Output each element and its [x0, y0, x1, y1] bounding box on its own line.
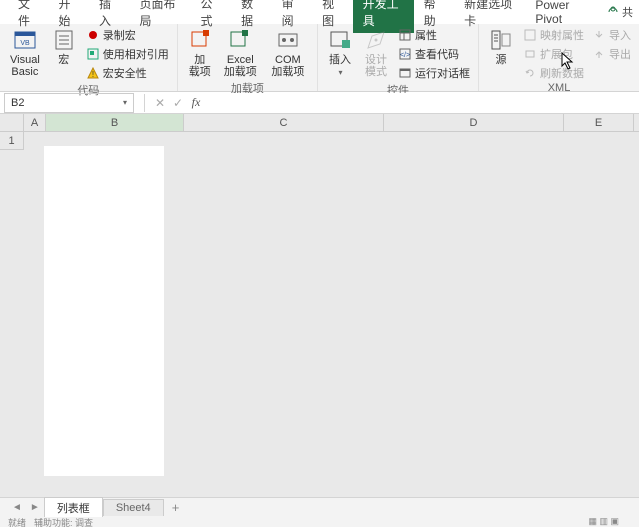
status-ready: 就绪	[8, 517, 26, 527]
group-code: VB Visual Basic 宏 录制宏 使用相对引用 ! 宏安全性	[0, 24, 178, 91]
status-bar: 就绪 辅助功能: 调查 ▦ ▥ ▣	[0, 517, 639, 527]
sheet-nav-next[interactable]: ►	[26, 502, 44, 513]
column-header-D[interactable]: D	[384, 114, 564, 131]
com-addins-label: COM 加载项	[269, 54, 307, 78]
excel-addins-label: Excel 加载项	[224, 54, 257, 78]
row-header-1[interactable]: 1	[0, 132, 24, 150]
group-controls: 插入 ▾ 设计模式 属性 </> 查看代码 运行对话框	[318, 24, 479, 91]
record-icon	[86, 28, 100, 42]
svg-text:</>: </>	[400, 52, 410, 59]
import-label: 导入	[609, 27, 631, 43]
export-icon	[592, 47, 606, 61]
view-code-icon: </>	[398, 47, 412, 61]
com-addins-icon	[276, 28, 300, 52]
export-label: 导出	[609, 46, 631, 62]
column-headers: ABCDE	[0, 114, 639, 132]
worksheet-area[interactable]: ABCDE 1	[0, 114, 639, 519]
macros-button[interactable]: 宏	[48, 26, 80, 68]
macros-icon	[52, 28, 76, 52]
refresh-label: 刷新数据	[540, 65, 584, 81]
macro-security-button[interactable]: ! 宏安全性	[84, 64, 171, 82]
share-label: 共	[622, 4, 633, 20]
view-buttons[interactable]: ▦ ▥ ▣	[588, 517, 619, 527]
run-dialog-button[interactable]: 运行对话框	[396, 64, 472, 82]
map-props-button[interactable]: 映射属性	[521, 26, 586, 44]
import-button[interactable]: 导入	[590, 26, 633, 44]
record-macro-button[interactable]: 录制宏	[84, 26, 171, 44]
cancel-formula-button[interactable]: ✕	[151, 96, 169, 110]
com-addins-button[interactable]: COM 加载项	[265, 26, 311, 80]
map-props-label: 映射属性	[540, 27, 584, 43]
column-header-E[interactable]: E	[564, 114, 634, 131]
chevron-down-icon: ▾	[338, 68, 342, 77]
addins-icon	[188, 28, 212, 52]
map-props-icon	[523, 28, 537, 42]
view-code-label: 查看代码	[415, 46, 459, 62]
record-label: 录制宏	[103, 27, 136, 43]
group-addins: 加 载项 Excel 加载项 COM 加载项 加载项	[178, 24, 318, 91]
refresh-icon	[523, 66, 537, 80]
relref-label: 使用相对引用	[103, 46, 169, 62]
security-label: 宏安全性	[103, 65, 147, 81]
properties-button[interactable]: 属性	[396, 26, 472, 44]
sheet-nav-prev[interactable]: ◄	[8, 502, 26, 513]
expand-icon	[523, 47, 537, 61]
insert-control-icon	[328, 28, 352, 52]
ribbon-tabs: 文件 开始 插入 页面布局 公式 数据 审阅 视图 开发工具 帮助 新建选项卡 …	[0, 0, 639, 24]
enter-formula-button[interactable]: ✓	[169, 96, 187, 110]
vb-icon: VB	[13, 28, 37, 52]
properties-label: 属性	[415, 27, 437, 43]
sheet-tab-other[interactable]: Sheet4	[103, 499, 164, 516]
export-button[interactable]: 导出	[590, 45, 633, 63]
source-label: 源	[496, 54, 507, 66]
column-header-C[interactable]: C	[184, 114, 384, 131]
add-sheet-button[interactable]: +	[164, 500, 188, 515]
security-icon: !	[86, 66, 100, 80]
relative-ref-button[interactable]: 使用相对引用	[84, 45, 171, 63]
design-mode-icon	[364, 28, 388, 52]
properties-icon	[398, 28, 412, 42]
vb-label: Visual Basic	[10, 54, 40, 78]
name-box[interactable]: B2 ▾	[4, 93, 134, 113]
refresh-button[interactable]: 刷新数据	[521, 64, 586, 82]
svg-text:VB: VB	[20, 40, 30, 47]
addins-button[interactable]: 加 载项	[184, 26, 216, 80]
sheet-tab-active[interactable]: 列表框	[44, 497, 103, 518]
insert-control-button[interactable]: 插入 ▾	[324, 26, 356, 80]
design-mode-button[interactable]: 设计模式	[360, 26, 392, 80]
sheet-tab-bar: ◄ ► 列表框 Sheet4 +	[0, 497, 639, 517]
formula-bar-row: B2 ▾ ✕ ✓ fx	[0, 92, 639, 114]
ribbon: VB Visual Basic 宏 录制宏 使用相对引用 ! 宏安全性	[0, 24, 639, 92]
visual-basic-button[interactable]: VB Visual Basic	[6, 26, 44, 80]
excel-addins-icon	[228, 28, 252, 52]
share-button[interactable]: 共	[600, 2, 639, 22]
name-box-value: B2	[11, 97, 24, 109]
run-dialog-label: 运行对话框	[415, 65, 470, 81]
run-dialog-icon	[398, 66, 412, 80]
source-button[interactable]: 源	[485, 26, 517, 68]
excel-addins-button[interactable]: Excel 加载项	[220, 26, 261, 80]
chevron-down-icon: ▾	[123, 98, 127, 107]
status-accessibility: 辅助功能: 调查	[34, 517, 93, 527]
design-mode-label: 设计模式	[364, 54, 388, 78]
formula-input[interactable]	[205, 93, 639, 113]
expand-label: 扩展包	[540, 46, 573, 62]
select-all-corner[interactable]	[0, 114, 24, 131]
group-xml: 源 映射属性 扩展包 刷新数据 导入	[479, 24, 639, 91]
source-icon	[489, 28, 513, 52]
addins-label: 加 载项	[189, 54, 211, 78]
column-header-B[interactable]: B	[46, 114, 184, 131]
insert-control-label: 插入	[329, 54, 351, 66]
relref-icon	[86, 47, 100, 61]
column-header-A[interactable]: A	[24, 114, 46, 131]
share-icon	[606, 5, 620, 19]
expand-button[interactable]: 扩展包	[521, 45, 586, 63]
row-headers: 1	[0, 132, 24, 150]
listbox-object[interactable]	[44, 146, 164, 476]
svg-text:!: !	[92, 70, 94, 79]
view-code-button[interactable]: </> 查看代码	[396, 45, 472, 63]
fx-button[interactable]: fx	[187, 95, 205, 110]
import-icon	[592, 28, 606, 42]
macros-label: 宏	[58, 54, 69, 66]
